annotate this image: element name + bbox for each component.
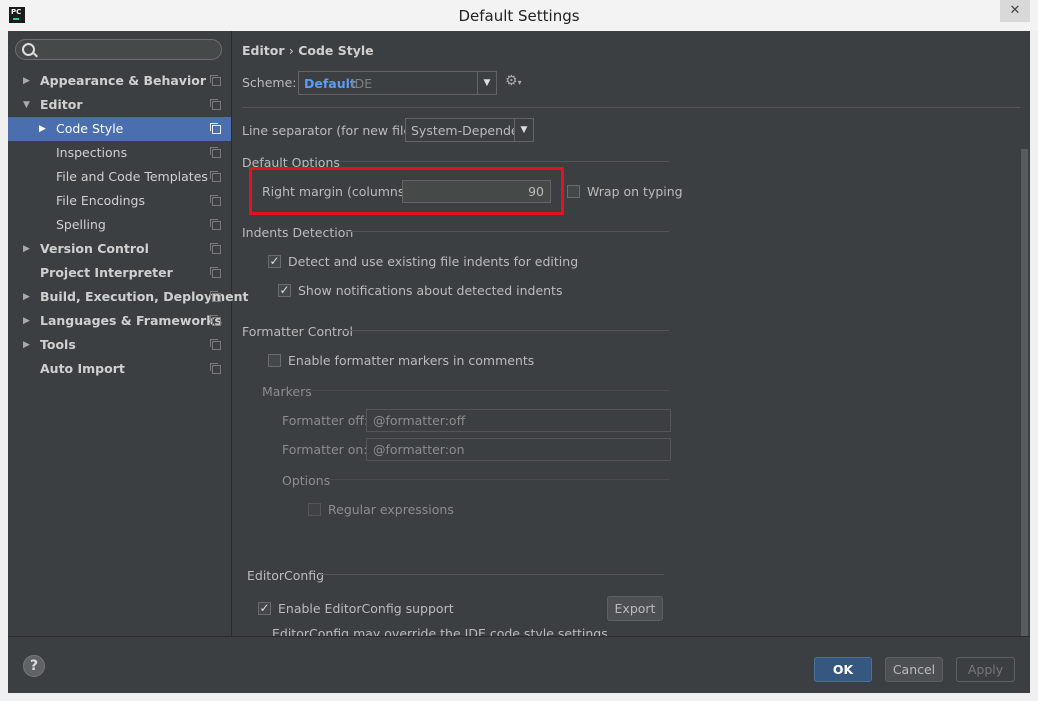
divider (330, 479, 669, 480)
expand-arrow-icon: ▶ (39, 124, 46, 134)
formatter-on-input[interactable]: @formatter:on (366, 438, 671, 461)
divider (311, 390, 669, 391)
editorconfig-title: EditorConfig (247, 568, 325, 583)
line-separator-combo[interactable]: System-Dependent ▼ (405, 118, 534, 142)
tree-item-file-encodings[interactable]: File Encodings (8, 189, 231, 213)
formatter-control-title: Formatter Control (242, 324, 353, 339)
help-icon[interactable]: ? (23, 655, 45, 677)
search-icon (22, 43, 35, 56)
project-copy-icon (210, 219, 221, 230)
formatter-off-input[interactable]: @formatter:off (366, 409, 671, 432)
tree-item-tools[interactable]: ▶ Tools (8, 333, 231, 357)
scheme-label: Scheme: (242, 75, 297, 90)
ok-button[interactable]: OK (814, 657, 872, 682)
divider (343, 330, 669, 331)
divider (242, 107, 1020, 108)
project-copy-icon (210, 315, 221, 326)
highlight-box (249, 167, 564, 215)
project-copy-icon (210, 195, 221, 206)
settings-window: PC Default Settings ✕ ▶ Appearance & Beh… (0, 0, 1038, 701)
window-title: Default Settings (458, 7, 580, 25)
scheme-combo[interactable]: Default IDE ▼ (298, 71, 497, 95)
line-separator-label: Line separator (for new files): (242, 123, 427, 138)
project-copy-icon (210, 75, 221, 86)
divider (320, 574, 664, 575)
expand-arrow-icon: ▶ (23, 292, 30, 302)
regex-label: Regular expressions (328, 502, 454, 517)
expand-arrow-icon: ▶ (23, 316, 30, 326)
apply-button[interactable]: Apply (956, 657, 1015, 682)
dialog-footer: ? OK Cancel Apply (8, 636, 1030, 693)
project-copy-icon (210, 99, 221, 110)
settings-tree: ▶ Appearance & Behavior ▼ Editor ▶ Code … (8, 31, 248, 636)
tree-item-languages-frameworks[interactable]: ▶ Languages & Frameworks (8, 309, 231, 333)
indents-detection-title: Indents Detection (242, 225, 354, 240)
scheme-type: IDE (351, 76, 373, 91)
tree-item-version-control[interactable]: ▶ Version Control (8, 237, 231, 261)
notify-indents-checkbox[interactable]: ✓ (278, 284, 291, 297)
editorconfig-label: Enable EditorConfig support (278, 601, 454, 616)
divider (344, 231, 669, 232)
regex-checkbox[interactable] (308, 503, 321, 516)
breadcrumb-parent: Editor (242, 43, 285, 58)
editorconfig-note: EditorConfig may override the IDE code s… (272, 626, 608, 636)
divider (336, 161, 669, 162)
close-button[interactable]: ✕ (1000, 0, 1030, 22)
expand-arrow-icon: ▶ (23, 76, 30, 86)
breadcrumb: Editor › Code Style (242, 43, 374, 58)
project-copy-icon (210, 339, 221, 350)
project-copy-icon (210, 171, 221, 182)
project-copy-icon (210, 123, 221, 134)
expand-arrow-icon: ▶ (23, 244, 30, 254)
editorconfig-checkbox[interactable]: ✓ (258, 602, 271, 615)
gear-icon[interactable]: ⚙▾ (505, 73, 522, 89)
breadcrumb-separator: › (288, 43, 294, 58)
title-bar: PC Default Settings ✕ (0, 0, 1038, 31)
options-title: Options (282, 473, 331, 488)
formatter-markers-checkbox[interactable] (268, 354, 281, 367)
project-copy-icon (210, 147, 221, 158)
tree-item-auto-import[interactable]: Auto Import (8, 357, 231, 381)
dialog-body: ▶ Appearance & Behavior ▼ Editor ▶ Code … (8, 31, 1030, 693)
tree-item-spelling[interactable]: Spelling (8, 213, 231, 237)
tree-item-inspections[interactable]: Inspections (8, 141, 231, 165)
cancel-button[interactable]: Cancel (885, 657, 943, 682)
formatter-off-label: Formatter off: (282, 413, 369, 428)
formatter-markers-label: Enable formatter markers in comments (288, 353, 535, 368)
expand-arrow-icon: ▶ (23, 340, 30, 350)
wrap-on-typing-label: Wrap on typing (587, 184, 683, 199)
chevron-down-icon: ▼ (477, 72, 496, 94)
tree-item-project-interpreter[interactable]: Project Interpreter (8, 261, 231, 285)
tree-item-code-style[interactable]: ▶ Code Style (8, 117, 231, 141)
scrollbar[interactable] (1021, 149, 1028, 639)
scheme-name: Default (304, 76, 356, 91)
export-button[interactable]: Export (607, 596, 663, 621)
project-copy-icon (210, 291, 221, 302)
wrap-on-typing-checkbox[interactable] (567, 185, 580, 198)
markers-title: Markers (262, 384, 312, 399)
chevron-down-icon: ▼ (514, 119, 533, 141)
breadcrumb-current: Code Style (298, 43, 374, 58)
notify-indents-label: Show notifications about detected indent… (298, 283, 563, 298)
detect-indents-checkbox[interactable]: ✓ (268, 255, 281, 268)
formatter-on-label: Formatter on: (282, 442, 368, 457)
collapse-arrow-icon: ▼ (23, 100, 30, 110)
tree-item-file-code-templates[interactable]: File and Code Templates (8, 165, 231, 189)
detect-indents-label: Detect and use existing file indents for… (288, 254, 579, 269)
search-input[interactable] (15, 39, 222, 60)
project-copy-icon (210, 363, 221, 374)
tree-item-appearance-behavior[interactable]: ▶ Appearance & Behavior (8, 69, 231, 93)
tree-item-build-execution-deployment[interactable]: ▶ Build, Execution, Deployment (8, 285, 248, 309)
project-copy-icon (210, 267, 221, 278)
tree-item-editor[interactable]: ▼ Editor (8, 93, 231, 117)
project-copy-icon (210, 243, 221, 254)
